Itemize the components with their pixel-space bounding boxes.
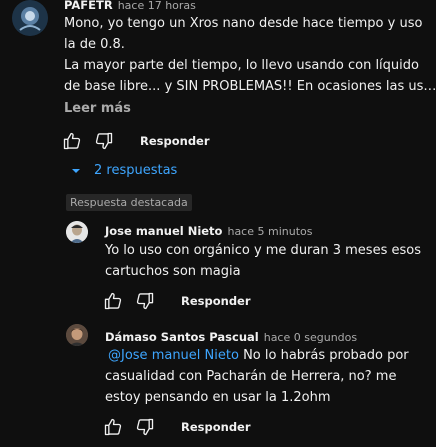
reply-line: @Jose manuel Nieto No lo habrás probado … (105, 345, 430, 366)
reply-line: cartuchos son magia (105, 264, 241, 279)
author-name[interactable]: Dámaso Santos Pascual (105, 330, 259, 344)
mention-link[interactable]: @Jose manuel Nieto (108, 348, 239, 363)
comment-header: PAFETR hace 17 horas (64, 0, 196, 13)
reply-line: casualidad con Pacharán de Herrera, no? … (105, 369, 397, 384)
reply-button[interactable]: Responder (181, 294, 251, 308)
avatar[interactable] (66, 324, 88, 346)
comment-line: Mono, yo tengo un Xros nano desde hace t… (64, 16, 423, 31)
replies-toggle-button[interactable]: 2 respuestas (70, 163, 177, 178)
reply-header: Dámaso Santos Pascual hace 0 segundos (105, 326, 357, 345)
like-button[interactable] (60, 129, 84, 153)
replies-count: 2 respuestas (94, 163, 178, 178)
comment-timestamp[interactable]: hace 17 horas (118, 0, 196, 12)
reply-line-rest: No lo habrás probado por (243, 348, 409, 363)
dislike-button[interactable] (133, 289, 157, 313)
thumbs-down-icon (136, 292, 154, 310)
comment-line: la de 0.8. (64, 37, 125, 52)
avatar[interactable] (66, 221, 88, 243)
comment-line: de base libre... y SIN PROBLEMAS!! En oc… (64, 79, 436, 94)
like-button[interactable] (101, 289, 125, 313)
thumbs-up-icon (104, 292, 122, 310)
caret-down-icon (72, 168, 80, 173)
avatar[interactable] (12, 0, 48, 36)
highlighted-reply-badge: Respuesta destacada (66, 194, 192, 211)
author-name[interactable]: PAFETR (64, 0, 113, 12)
thumbs-up-icon (63, 132, 81, 150)
dislike-button[interactable] (92, 129, 116, 153)
comment-timestamp[interactable]: hace 0 segundos (264, 331, 357, 344)
thumbs-up-icon (104, 418, 122, 436)
reply-header: Jose manuel Nieto hace 5 minutos (105, 220, 312, 239)
reply-text: Yo lo uso con orgánico y me duran 3 mese… (105, 240, 430, 282)
reply-button[interactable]: Responder (140, 134, 210, 148)
reply-line: estoy pensando en usar la 1.2ohm (105, 390, 331, 405)
comment-actions: Responder (60, 129, 210, 153)
author-name[interactable]: Jose manuel Nieto (105, 224, 222, 238)
thumbs-down-icon (136, 418, 154, 436)
comment-line: La mayor parte del tiempo, lo llevo usan… (64, 58, 419, 73)
dislike-button[interactable] (133, 415, 157, 439)
reply-actions: Responder (101, 415, 251, 439)
read-more-link[interactable]: Leer más (64, 101, 131, 116)
reply-text: @Jose manuel Nieto No lo habrás probado … (105, 345, 430, 408)
thumbs-down-icon (95, 132, 113, 150)
comment-text: Mono, yo tengo un Xros nano desde hace t… (64, 13, 436, 97)
reply-line: Yo lo uso con orgánico y me duran 3 mese… (105, 243, 421, 258)
like-button[interactable] (101, 415, 125, 439)
reply-actions: Responder (101, 289, 251, 313)
comment-timestamp[interactable]: hace 5 minutos (227, 225, 312, 238)
reply-button[interactable]: Responder (181, 420, 251, 434)
